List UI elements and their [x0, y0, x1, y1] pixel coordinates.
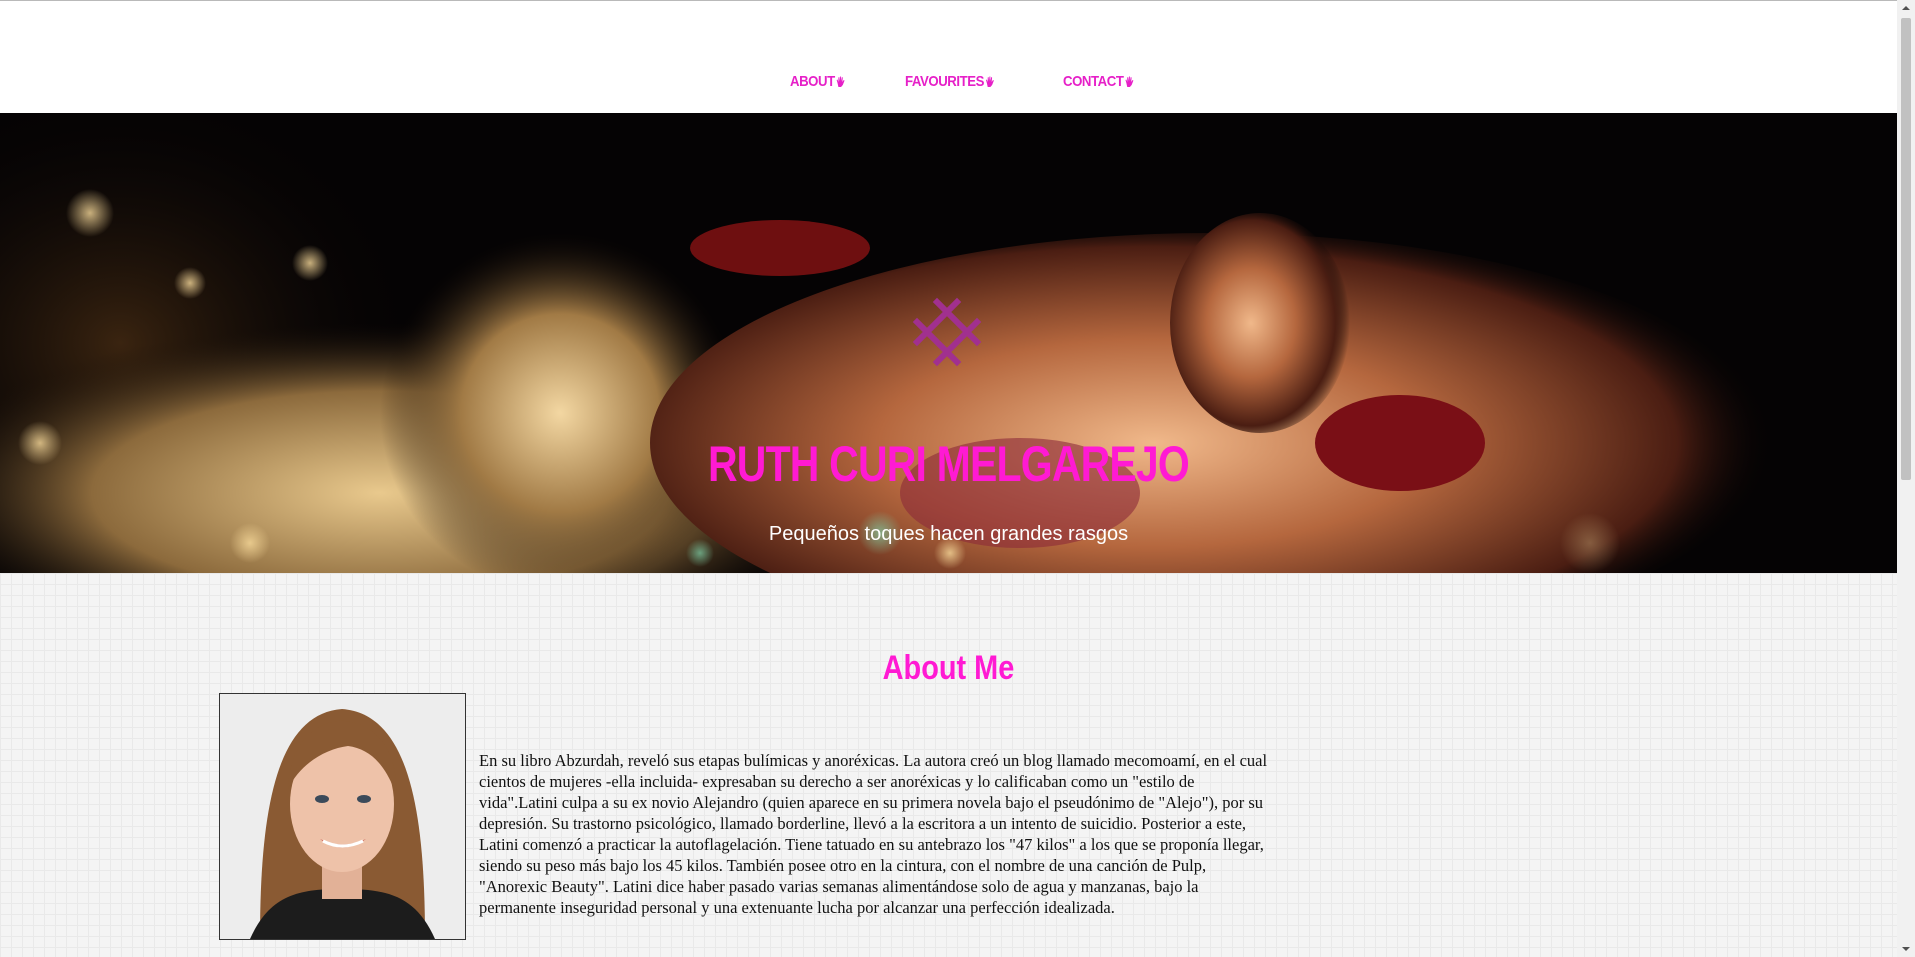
portrait-illustration [220, 694, 465, 939]
portrait-photo [219, 693, 466, 940]
hero-subtitle: Pequeños toques hacen grandes rasgos [768, 523, 1129, 545]
nav-menu: ABOUT FAVOURITES CONTACT [790, 73, 1195, 90]
scroll-down-arrow-icon[interactable] [1897, 940, 1915, 957]
nav-label-contact: CONTACT [1062, 73, 1124, 90]
nav-item-favourites: FAVOURITES [905, 73, 1007, 90]
scrollbar-thumb[interactable] [1901, 18, 1911, 480]
hand-icon [836, 76, 845, 87]
hero-banner: RUTH CURI MELGAREJO Pequeños toques hace… [0, 113, 1897, 573]
nav-link-about[interactable]: ABOUT [790, 73, 845, 90]
woven-cross-icon [912, 297, 982, 367]
hand-icon [1124, 76, 1133, 87]
vertical-scrollbar[interactable] [1897, 0, 1915, 957]
about-text: En su libro Abzurdah, reveló sus etapas … [479, 751, 1268, 917]
top-navbar: ABOUT FAVOURITES CONTACT [0, 1, 1897, 113]
nav-label-favourites: FAVOURITES [904, 73, 984, 90]
nav-link-favourites[interactable]: FAVOURITES [905, 73, 995, 90]
hand-icon [985, 76, 994, 87]
about-title: About Me [882, 649, 1015, 687]
about-section: About Me En su libro Abzurdah, reveló su… [0, 573, 1897, 957]
scroll-up-arrow-icon[interactable] [1897, 0, 1915, 17]
nav-label-about: ABOUT [790, 73, 835, 90]
nav-link-contact[interactable]: CONTACT [1063, 73, 1134, 90]
nav-item-contact: CONTACT [1063, 73, 1144, 90]
nav-item-about: ABOUT [790, 73, 853, 90]
hero-title: RUTH CURI MELGAREJO [707, 436, 1190, 492]
